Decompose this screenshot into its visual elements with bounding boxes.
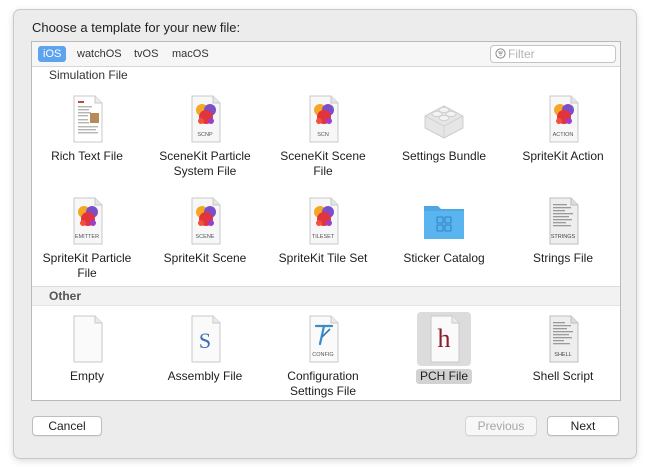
new-file-dialog: Choose a template for your new file: iOS… — [14, 10, 636, 458]
template-label: SpriteKit Particle File — [42, 251, 132, 280]
pch-glyph: h — [437, 324, 451, 353]
template-label: Configuration Settings File — [287, 369, 359, 398]
file-badge: EMITTER — [74, 234, 100, 240]
template-label: Assembly File — [167, 369, 243, 383]
rich-text-document-icon — [73, 95, 103, 143]
blue-folder-icon — [424, 206, 464, 239]
template-rich-text-file[interactable]: Rich Text File — [32, 92, 142, 165]
lego-brick-icon — [424, 105, 464, 139]
cancel-button[interactable]: Cancel — [32, 416, 102, 436]
filter-input[interactable] — [508, 46, 610, 62]
file-badge: SHELL — [554, 352, 572, 358]
file-badge: SCNP — [197, 132, 213, 138]
tab-watchos[interactable]: watchOS — [72, 46, 127, 62]
template-label: PCH File — [415, 369, 472, 384]
filter-field[interactable] — [490, 45, 616, 63]
template-label: Strings File — [532, 251, 594, 265]
file-badge: SCN — [317, 132, 329, 138]
filter-icon — [495, 48, 506, 59]
tab-tvos[interactable]: tvOS — [129, 46, 163, 62]
template-scenekit-scene[interactable]: SCN SceneKit Scene File — [268, 92, 378, 180]
template-spritekit-scene[interactable]: SCENE SpriteKit Scene — [150, 194, 260, 267]
platform-tab-bar: iOS watchOS tvOS macOS — [32, 42, 620, 67]
template-empty[interactable]: Empty — [32, 312, 142, 385]
template-label: SpriteKit Action — [522, 149, 604, 163]
assembly-glyph: S — [198, 328, 212, 353]
section-header-simulation: Simulation File — [32, 67, 620, 83]
template-configuration-settings[interactable]: CONFIG Configuration Settings File — [268, 312, 378, 400]
template-sticker-catalog[interactable]: Sticker Catalog — [389, 194, 499, 267]
template-settings-bundle[interactable]: Settings Bundle — [389, 92, 499, 165]
section-title: Simulation File — [49, 68, 128, 82]
template-label: SceneKit Particle System File — [159, 149, 251, 178]
file-badge: ACTION — [552, 132, 574, 138]
file-badge: STRINGS — [550, 234, 576, 240]
template-assembly-file[interactable]: S Assembly File — [150, 312, 260, 385]
section-title: Other — [49, 289, 82, 303]
template-strings-file[interactable]: STRINGS Strings File — [508, 194, 618, 267]
template-label: Settings Bundle — [401, 149, 487, 163]
template-label: Rich Text File — [51, 149, 123, 163]
tab-macos[interactable]: macOS — [167, 46, 214, 62]
template-label: SpriteKit Tile Set — [278, 251, 368, 265]
template-spritekit-particle[interactable]: EMITTER SpriteKit Particle File — [32, 194, 142, 282]
template-pch-file[interactable]: h PCH File — [389, 312, 499, 385]
template-spritekit-tileset[interactable]: TILESET SpriteKit Tile Set — [268, 194, 378, 267]
template-shell-script[interactable]: SHELL Shell Script — [508, 312, 618, 385]
section-header-other: Other — [32, 286, 620, 306]
dialog-prompt: Choose a template for your new file: — [32, 20, 241, 35]
tab-ios[interactable]: iOS — [38, 46, 67, 62]
template-spritekit-action[interactable]: ACTION SpriteKit Action — [508, 92, 618, 165]
template-panel: iOS watchOS tvOS macOS Simulation File — [31, 41, 621, 401]
template-label: Sticker Catalog — [403, 251, 485, 265]
file-badge: CONFIG — [312, 352, 334, 358]
next-button[interactable]: Next — [547, 416, 619, 436]
blank-file-icon — [73, 315, 103, 363]
template-scenekit-particle[interactable]: SCNP SceneKit Particle System File — [150, 92, 260, 180]
template-label: Empty — [69, 369, 104, 383]
template-label: SceneKit Scene File — [280, 149, 366, 178]
file-badge: SCENE — [195, 234, 215, 240]
file-badge: TILESET — [311, 234, 335, 240]
template-label: Shell Script — [532, 369, 594, 383]
previous-button[interactable]: Previous — [465, 416, 537, 436]
template-label: SpriteKit Scene — [163, 251, 247, 265]
